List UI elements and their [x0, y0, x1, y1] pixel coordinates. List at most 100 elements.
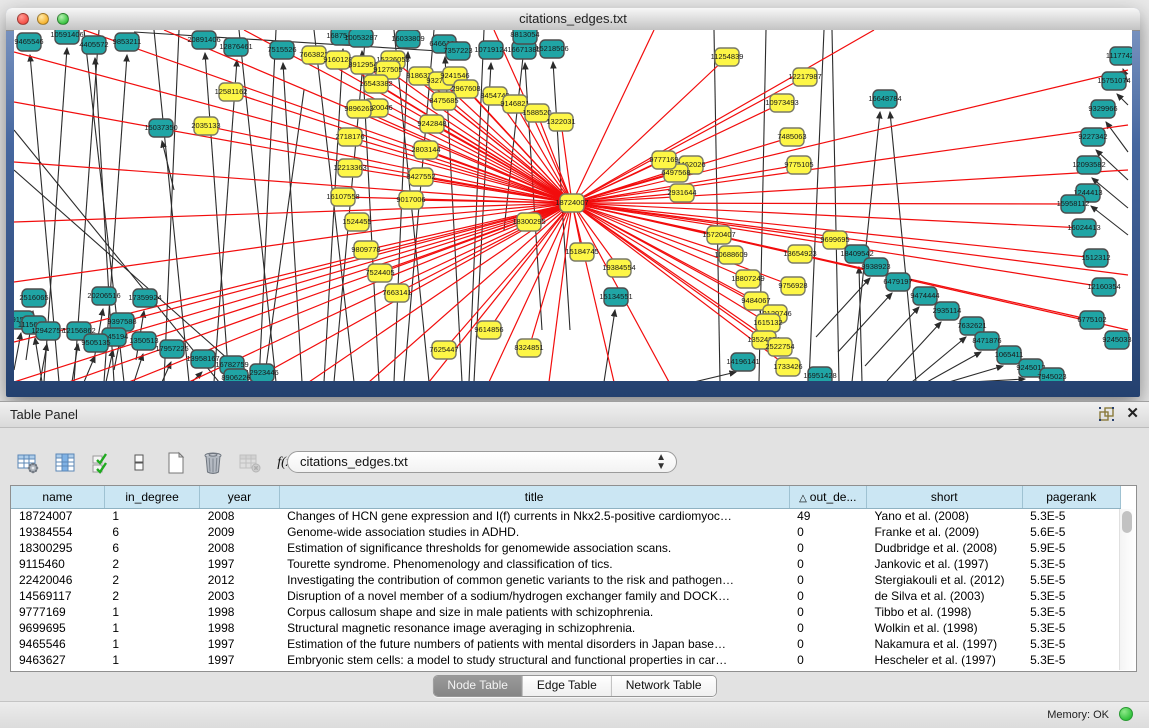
table-cell[interactable]: 2: [104, 588, 199, 604]
table-cell[interactable]: 2003: [200, 588, 279, 604]
table-row[interactable]: 2242004622012Investigating the contribut…: [11, 572, 1121, 588]
table-row[interactable]: 946362711997Embryonic stem cells: a mode…: [11, 652, 1121, 668]
table-cell[interactable]: 5.9E-5: [1022, 540, 1120, 556]
table-cell[interactable]: 49: [789, 508, 866, 524]
table-cell[interactable]: Estimation of significance thresholds fo…: [279, 540, 789, 556]
table-cell[interactable]: 9699695: [11, 620, 104, 636]
table-cell[interactable]: 14569117: [11, 588, 104, 604]
table-cell[interactable]: 19384554: [11, 524, 104, 540]
scrollbar-thumb[interactable]: [1122, 511, 1132, 533]
table-cell[interactable]: Franke et al. (2009): [866, 524, 1022, 540]
table-cell[interactable]: 0: [789, 620, 866, 636]
table-cell[interactable]: 2008: [200, 508, 279, 524]
table-cell[interactable]: Jankovic et al. (1997): [866, 556, 1022, 572]
table-cell[interactable]: 1997: [200, 652, 279, 668]
table-cell[interactable]: Wolkin et al. (1998): [866, 620, 1022, 636]
table-cell[interactable]: 9777169: [11, 604, 104, 620]
table-row[interactable]: 977716911998Corpus callosum shape and si…: [11, 604, 1121, 620]
table-cell[interactable]: 2012: [200, 572, 279, 588]
table-cell[interactable]: 2: [104, 556, 199, 572]
table-cell[interactable]: 1: [104, 604, 199, 620]
table-row[interactable]: 1830029562008Estimation of significance …: [11, 540, 1121, 556]
table-cell[interactable]: Estimation of the future numbers of pati…: [279, 636, 789, 652]
new-column-icon[interactable]: [127, 451, 151, 475]
table-cell[interactable]: 5.6E-5: [1022, 524, 1120, 540]
column-header-title[interactable]: title: [279, 486, 789, 508]
table-cell[interactable]: 0: [789, 572, 866, 588]
column-header-year[interactable]: year: [200, 486, 279, 508]
table-cell[interactable]: Tourette syndrome. Phenomenology and cla…: [279, 556, 789, 572]
table-cell[interactable]: Dudbridge et al. (2008): [866, 540, 1022, 556]
table-row[interactable]: 1938455462009Genome-wide association stu…: [11, 524, 1121, 540]
select-rows-icon[interactable]: [90, 451, 114, 475]
network-window-titlebar[interactable]: citations_edges.txt: [6, 8, 1140, 31]
table-cell[interactable]: 0: [789, 588, 866, 604]
table-cell[interactable]: 6: [104, 524, 199, 540]
table-cell[interactable]: Tibbo et al. (1998): [866, 604, 1022, 620]
table-cell[interactable]: 5.3E-5: [1022, 636, 1120, 652]
float-panel-icon[interactable]: [1099, 407, 1114, 421]
table-cell[interactable]: 0: [789, 556, 866, 572]
table-selector-dropdown[interactable]: citations_edges.txt ▲▼: [287, 451, 677, 473]
network-canvas[interactable]: 1872400776638229160128891295415226058912…: [14, 30, 1132, 381]
table-cell[interactable]: 1998: [200, 604, 279, 620]
table-cell[interactable]: de Silva et al. (2003): [866, 588, 1022, 604]
tab-network-table[interactable]: Network Table: [612, 676, 716, 696]
table-row[interactable]: 969969511998Structural magnetic resonanc…: [11, 620, 1121, 636]
table-settings-icon[interactable]: [16, 451, 40, 475]
show-columns-icon[interactable]: [53, 451, 77, 475]
table-cell[interactable]: Disruption of a novel member of a sodium…: [279, 588, 789, 604]
table-row[interactable]: 911546021997Tourette syndrome. Phenomeno…: [11, 556, 1121, 572]
new-table-icon[interactable]: [164, 451, 188, 475]
table-cell[interactable]: Stergiakouli et al. (2012): [866, 572, 1022, 588]
table-row[interactable]: 1872400712008Changes of HCN gene express…: [11, 508, 1121, 524]
close-panel-icon[interactable]: ✕: [1126, 405, 1139, 423]
table-cell[interactable]: 0: [789, 652, 866, 668]
table-cell[interactable]: 9115460: [11, 556, 104, 572]
table-cell[interactable]: 1: [104, 652, 199, 668]
table-cell[interactable]: 1: [104, 620, 199, 636]
table-cell[interactable]: 9465546: [11, 636, 104, 652]
table-cell[interactable]: Genome-wide association studies in ADHD.: [279, 524, 789, 540]
table-cell[interactable]: 5.3E-5: [1022, 604, 1120, 620]
column-header-short[interactable]: short: [866, 486, 1022, 508]
table-cell[interactable]: Investigating the contribution of common…: [279, 572, 789, 588]
table-cell[interactable]: 5.5E-5: [1022, 572, 1120, 588]
table-cell[interactable]: 22420046: [11, 572, 104, 588]
table-cell[interactable]: 0: [789, 636, 866, 652]
table-cell[interactable]: 2009: [200, 524, 279, 540]
table-cell[interactable]: 0: [789, 540, 866, 556]
table-cell[interactable]: Structural magnetic resonance image aver…: [279, 620, 789, 636]
column-header-name[interactable]: name: [11, 486, 104, 508]
table-cell[interactable]: 5.3E-5: [1022, 588, 1120, 604]
tab-edge-table[interactable]: Edge Table: [523, 676, 612, 696]
table-cell[interactable]: 1997: [200, 556, 279, 572]
table-cell[interactable]: Embryonic stem cells: a model to study s…: [279, 652, 789, 668]
table-row[interactable]: 1456911722003Disruption of a novel membe…: [11, 588, 1121, 604]
tab-node-table[interactable]: Node Table: [433, 676, 523, 696]
table-cell[interactable]: 9463627: [11, 652, 104, 668]
table-cell[interactable]: 18724007: [11, 508, 104, 524]
table-cell[interactable]: 2008: [200, 540, 279, 556]
table-cell[interactable]: 6: [104, 540, 199, 556]
table-cell[interactable]: Corpus callosum shape and size in male p…: [279, 604, 789, 620]
table-row[interactable]: 946554611997Estimation of the future num…: [11, 636, 1121, 652]
table-cell[interactable]: Hescheler et al. (1997): [866, 652, 1022, 668]
table-cell[interactable]: 5.3E-5: [1022, 508, 1120, 524]
table-vertical-scrollbar[interactable]: [1119, 509, 1135, 670]
table-cell[interactable]: 1998: [200, 620, 279, 636]
table-cell[interactable]: 5.3E-5: [1022, 556, 1120, 572]
column-header-out_de[interactable]: △out_de...: [789, 486, 866, 508]
table-cell[interactable]: 1: [104, 508, 199, 524]
table-cell[interactable]: Yano et al. (2008): [866, 508, 1022, 524]
table-cell[interactable]: Nakamura et al. (1997): [866, 636, 1022, 652]
table-cell[interactable]: 18300295: [11, 540, 104, 556]
column-header-in_degree[interactable]: in_degree: [104, 486, 199, 508]
table-cell[interactable]: 5.3E-5: [1022, 652, 1120, 668]
table-cell[interactable]: 1997: [200, 636, 279, 652]
delete-column-icon[interactable]: [201, 451, 225, 475]
table-cell[interactable]: 0: [789, 604, 866, 620]
table-cell[interactable]: 0: [789, 524, 866, 540]
table-cell[interactable]: 5.3E-5: [1022, 620, 1120, 636]
table-cell[interactable]: 1: [104, 636, 199, 652]
